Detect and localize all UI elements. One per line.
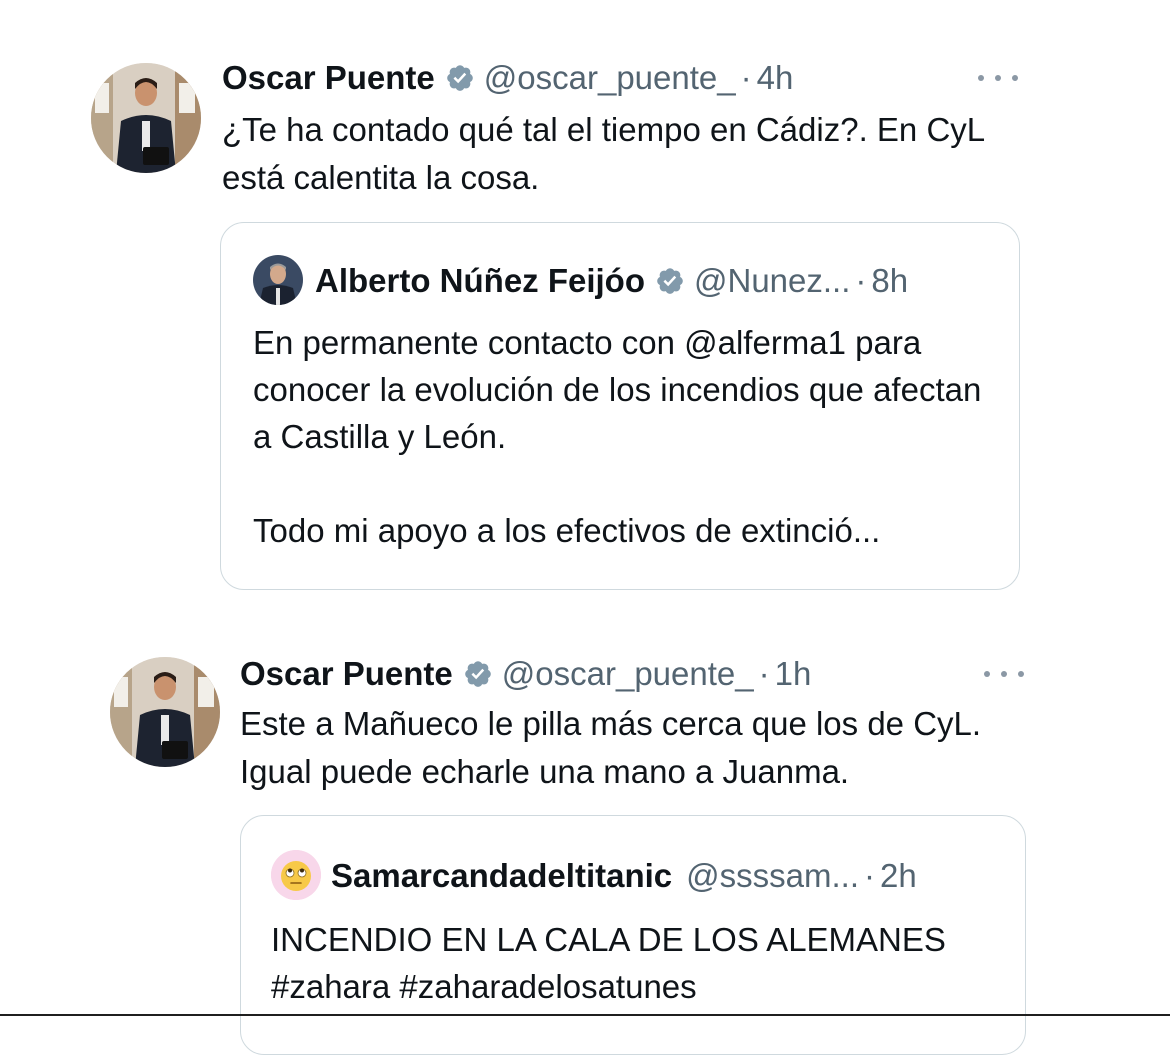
quoted-tweet[interactable]: Alberto Núñez Feijóo @Nunez... · 8h En p… [220, 222, 1020, 590]
separator: · [864, 857, 875, 894]
quote-timestamp[interactable]: 2h [880, 856, 917, 896]
quote-handle[interactable]: @ssssam... [686, 856, 859, 896]
tweet-text: ¿Te ha contado qué tal el tiempo en Cádi… [222, 111, 984, 196]
person-photo-icon [253, 255, 303, 305]
timestamp[interactable]: 4h [757, 58, 794, 98]
author-name[interactable]: Oscar Puente [222, 58, 435, 98]
quote-avatar[interactable] [253, 255, 303, 305]
avatar[interactable] [110, 657, 220, 767]
quote-text: INCENDIO EN LA CALA DE LOS ALEMANES #zah… [271, 921, 946, 1005]
verified-badge-icon [445, 63, 475, 93]
quote-timestamp[interactable]: 8h [871, 261, 908, 301]
person-photo-icon [91, 63, 201, 173]
quoted-tweet[interactable]: Samarcandadeltitanic @ssssam... · 2h INC… [240, 815, 1026, 1055]
rolling-eyes-emoji-icon[interactable] [271, 850, 321, 900]
author-name[interactable]: Oscar Puente [240, 654, 453, 694]
separator: · [740, 59, 752, 96]
verified-badge-icon [463, 659, 493, 689]
divider [0, 1014, 1170, 1016]
more-options-icon[interactable] [984, 664, 1024, 684]
quote-author-name[interactable]: Alberto Núñez Feijóo [315, 261, 645, 301]
person-photo-icon [110, 657, 220, 767]
tweet-2[interactable]: Oscar Puente @oscar_puente_ · 1h Este a … [0, 610, 1170, 1055]
quote-author-name[interactable]: Samarcandadeltitanic [331, 856, 672, 896]
timestamp[interactable]: 1h [775, 654, 812, 694]
verified-badge-icon [655, 266, 685, 296]
tweet-1[interactable]: Oscar Puente @oscar_puente_ · 4h ¿Te ha … [0, 0, 1170, 610]
handle[interactable]: @oscar_puente_ [484, 58, 736, 98]
quote-handle[interactable]: @Nunez... [694, 261, 850, 301]
handle[interactable]: @oscar_puente_ [502, 654, 754, 694]
tweet-text: Este a Mañueco le pilla más cerca que lo… [240, 705, 982, 790]
separator: · [855, 262, 867, 299]
quote-text: En permanente contacto con @alferma1 par… [253, 324, 982, 549]
avatar[interactable] [91, 63, 201, 173]
separator: · [758, 655, 770, 692]
more-options-icon[interactable] [978, 68, 1018, 88]
